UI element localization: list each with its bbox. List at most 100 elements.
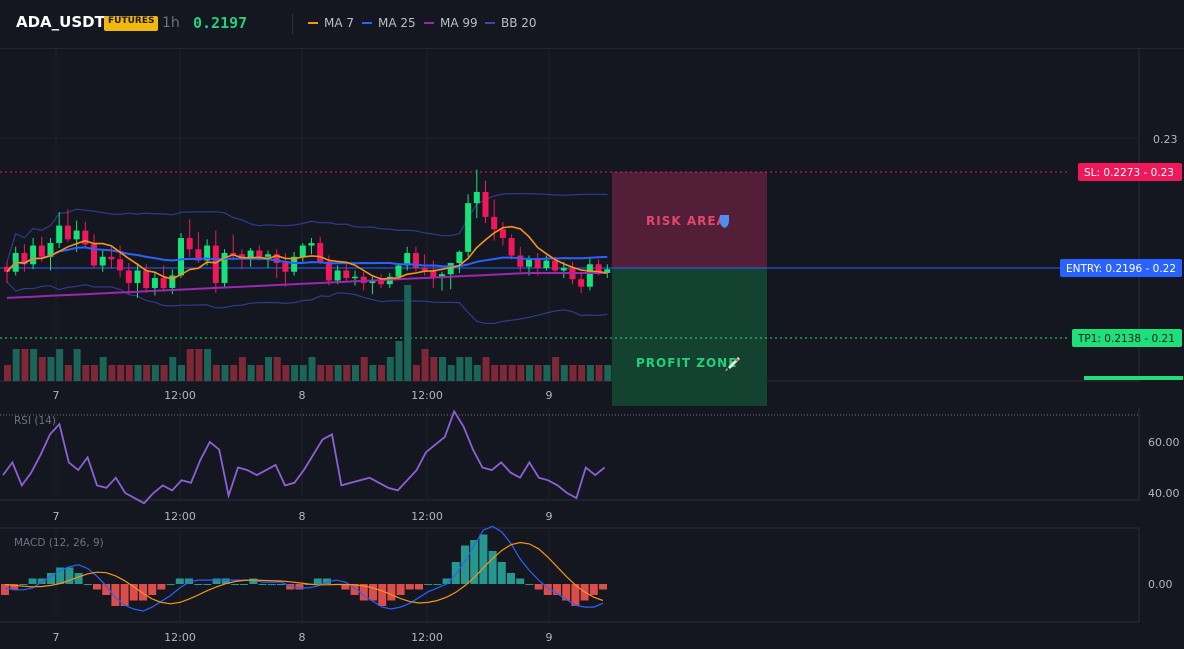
volume-bar [247, 365, 255, 381]
candle-body [73, 230, 80, 240]
candle-body [143, 270, 150, 288]
volume-bar [430, 357, 438, 381]
time-tick: 8 [299, 389, 306, 402]
candle-body [317, 243, 324, 262]
volume-bar [404, 285, 412, 381]
macd-hist-bar [378, 584, 387, 606]
candle-body [160, 277, 167, 288]
candle-body [325, 261, 332, 281]
candle [604, 264, 611, 278]
volume-bar [447, 365, 455, 381]
volume-bar [421, 349, 429, 381]
volume-bar [256, 365, 264, 381]
volume-bar [64, 365, 72, 381]
candle [30, 238, 37, 270]
rsi-tick: 60.00 [1148, 436, 1180, 449]
macd-hist-bar [166, 584, 175, 585]
candle-body [108, 256, 115, 260]
macd-title: MACD (12, 26, 9) [14, 537, 104, 549]
sl-label-text: SL: 0.2273 - 0.23 [1084, 167, 1174, 179]
macd-hist-bar [534, 584, 543, 590]
volume-bar [586, 365, 594, 381]
volume-bar [595, 365, 603, 381]
volume-bar [91, 365, 98, 381]
macd-hist-bar [369, 584, 377, 601]
sl-label: SL: 0.2273 - 0.23 [1078, 163, 1182, 181]
volume-bar [56, 349, 64, 381]
candle-body [352, 276, 358, 279]
macd-hist-bar [157, 584, 166, 590]
macd-hist-bar [277, 584, 285, 585]
candle [343, 263, 350, 282]
macd-hist-bar [525, 584, 534, 585]
macd-hist-bar [405, 584, 414, 590]
candle [91, 234, 97, 268]
candle-body [456, 251, 463, 264]
candle [465, 194, 472, 257]
macd-tick: 0.00 [1148, 578, 1173, 591]
time-tick: 9 [546, 631, 553, 644]
volume-bar [238, 357, 246, 381]
candle-body [586, 264, 593, 287]
macd-hist-bar [231, 584, 239, 585]
volume-bar [534, 365, 542, 381]
volume-bar [334, 365, 342, 381]
rsi-title: RSI (14) [14, 415, 56, 427]
volume-bar [151, 365, 159, 381]
candle-body [99, 256, 106, 266]
macd-hist-bar [19, 584, 28, 585]
candle [273, 249, 280, 278]
candle [456, 250, 463, 273]
candle-body [543, 260, 550, 268]
time-tick: 12:00 [164, 510, 196, 523]
candle-body [186, 238, 193, 250]
volume-bar [456, 357, 464, 381]
volume-bar [578, 365, 586, 381]
volume-bar [352, 365, 359, 381]
volume-bar [108, 365, 116, 381]
chart-canvas[interactable]: RISK AREA PROFIT ZONE 0.23 SL: 0.2273 - 0… [0, 0, 1184, 649]
candle-body [265, 254, 271, 257]
macd-pane: MACD (12, 26, 9) 0.00 [0, 525, 1173, 623]
volume-bar [543, 365, 551, 381]
volume-bar [125, 365, 133, 381]
volume-bar [134, 365, 142, 381]
volume-bar [38, 357, 46, 381]
macd-hist-bar [589, 584, 598, 595]
macd-hist-bar [599, 584, 607, 590]
candle-body [56, 225, 63, 244]
volume-bar [73, 349, 81, 381]
candle-body [508, 238, 515, 256]
candle-body [38, 245, 45, 257]
volume-bar [378, 365, 386, 381]
candle-body [578, 279, 585, 287]
volume-bar [526, 365, 533, 381]
volume-bar [230, 365, 238, 381]
candle [317, 236, 324, 265]
candle [299, 243, 306, 262]
volume-bar [265, 357, 272, 381]
trade-levels [0, 171, 1070, 339]
volume-bar [369, 365, 377, 381]
macd-hist-bar [267, 584, 276, 585]
candle-body [334, 270, 341, 281]
volume-bar [291, 365, 299, 381]
volume-bar [482, 357, 490, 381]
volume-bar [386, 357, 394, 381]
candle [508, 234, 515, 260]
volume-bar [604, 365, 612, 381]
candle-body [151, 277, 158, 288]
macd-hist-bar [313, 578, 322, 584]
candle [412, 246, 419, 272]
volume-bar [273, 357, 281, 381]
candle [578, 272, 585, 293]
volume-bar [343, 365, 351, 381]
macd-hist-bar [424, 584, 433, 585]
macd-hist-bar [507, 573, 515, 584]
candle-body [491, 216, 498, 230]
candle [82, 221, 89, 249]
macd-hist-bar [93, 584, 101, 590]
volume-bar [395, 341, 403, 381]
candle-body [64, 225, 71, 240]
time-tick: 9 [546, 510, 553, 523]
